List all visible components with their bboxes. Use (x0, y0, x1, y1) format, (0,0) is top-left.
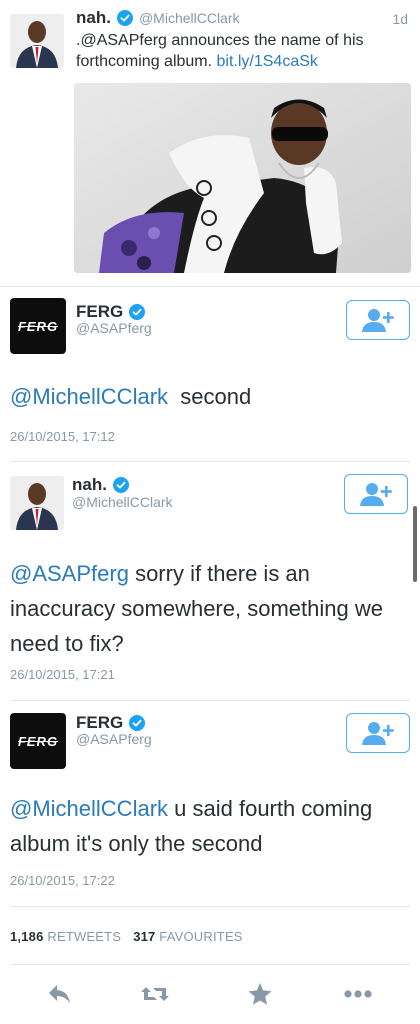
reply-author-handle[interactable]: @ASAPferg (76, 731, 152, 747)
favourite-button[interactable] (240, 974, 280, 1014)
avatar-ferg[interactable]: FERG (10, 298, 66, 354)
tweet-author-name[interactable]: nah. (76, 8, 111, 28)
divider (10, 461, 410, 462)
tweet-author-handle[interactable]: @MichellCClark (139, 10, 240, 26)
more-button[interactable] (338, 974, 378, 1014)
avatar-ferg[interactable]: FERG (10, 713, 66, 769)
verified-badge-icon (129, 715, 146, 731)
follow-button[interactable] (344, 474, 408, 514)
tweet-link[interactable]: bit.ly/1S4caSk (217, 53, 318, 70)
reply-author-name[interactable]: FERG (76, 713, 123, 733)
tweet-stats: 1,186 RETWEETS 317 FAVOURITES (10, 929, 243, 944)
verified-badge-icon (129, 304, 146, 320)
divider (10, 964, 410, 965)
retweets-stat[interactable]: 1,186 RETWEETS (10, 929, 121, 944)
divider (10, 700, 410, 701)
reply-author-handle[interactable]: @ASAPferg (76, 320, 152, 336)
verified-badge-icon (116, 10, 133, 26)
tweet-text: .@ASAPferg announces the name of his for… (76, 30, 396, 72)
favourites-label: FAVOURITES (159, 929, 243, 944)
avatar-ferg-logo: FERG (17, 318, 59, 334)
retweet-icon (141, 987, 169, 1001)
mention-link[interactable]: @ASAPferg (10, 561, 129, 586)
avatar-nah[interactable] (10, 14, 64, 68)
follow-button[interactable] (346, 713, 410, 753)
reply-timestamp: 26/10/2015, 17:21 (10, 667, 115, 682)
reply-icon (49, 985, 70, 1003)
add-user-icon (360, 483, 392, 506)
favourites-count: 317 (133, 929, 156, 944)
reply-button[interactable] (40, 974, 80, 1014)
reply-timestamp: 26/10/2015, 17:22 (10, 873, 115, 888)
reply-author-handle[interactable]: @MichellCClark (72, 494, 173, 510)
add-user-icon (362, 722, 394, 745)
reply-text: @MichellCClark second (10, 379, 410, 414)
scrollbar[interactable] (413, 506, 417, 582)
add-user-icon (362, 309, 394, 332)
divider (0, 286, 420, 287)
favourites-stat[interactable]: 317 FAVOURITES (133, 929, 243, 944)
reply-text: @ASAPferg sorry if there is an inaccurac… (10, 556, 402, 661)
avatar-nah[interactable] (10, 476, 64, 530)
tweet-media-photo[interactable] (74, 83, 411, 273)
star-icon (248, 983, 272, 1005)
mention-link[interactable]: @MichellCClark (10, 384, 168, 409)
reply-author-name[interactable]: FERG (76, 302, 123, 322)
verified-badge-icon (112, 477, 129, 493)
more-icon (344, 990, 372, 998)
reply-text: @MichellCClark u said fourth coming albu… (10, 791, 410, 861)
reply-text-body: second (180, 384, 252, 409)
retweets-label: RETWEETS (47, 929, 122, 944)
follow-button[interactable] (346, 300, 410, 340)
retweets-count: 1,186 (10, 929, 44, 944)
reply-author-name[interactable]: nah. (72, 475, 107, 495)
reply-timestamp: 26/10/2015, 17:12 (10, 429, 115, 444)
divider (10, 906, 410, 907)
mention-link[interactable]: @MichellCClark (10, 796, 168, 821)
avatar-ferg-logo: FERG (17, 733, 59, 749)
retweet-button[interactable] (135, 974, 175, 1014)
tweet-time: 1d (392, 11, 408, 27)
